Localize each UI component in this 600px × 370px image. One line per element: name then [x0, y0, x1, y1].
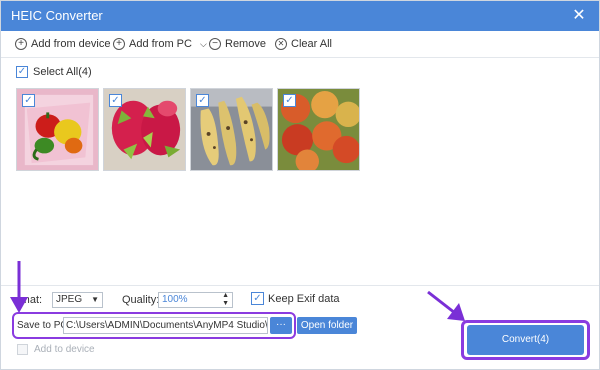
remove-button[interactable]: − Remove [209, 36, 266, 52]
heic-converter-window: HEIC Converter ✕ + Add from device + Add… [0, 0, 600, 370]
thumbnail-checkbox[interactable]: ✓ [196, 94, 209, 107]
thumbnail-peaches[interactable]: ✓ [277, 88, 360, 171]
checkbox-checked-icon[interactable]: ✓ [16, 66, 28, 78]
plus-circle-icon: + [113, 38, 125, 50]
open-folder-button[interactable]: Open folder [297, 317, 357, 334]
plus-circle-icon: + [15, 38, 27, 50]
browse-button[interactable]: ··· [270, 317, 292, 334]
thumbnail-checkbox[interactable]: ✓ [283, 94, 296, 107]
toolbar: + Add from device + Add from PC ⌵ − Remo… [1, 31, 599, 57]
minus-circle-icon: − [209, 38, 221, 50]
select-all-label: Select All(4) [33, 66, 92, 78]
dropdown-arrow-icon: ▼ [91, 295, 99, 304]
select-all-checkbox[interactable]: ✓ Select All(4) [16, 66, 92, 78]
save-path-input[interactable]: C:\Users\ADMIN\Documents\AnyMP4 Studio\P… [63, 317, 268, 334]
checkbox-disabled-icon [17, 344, 28, 355]
title-bar: HEIC Converter ✕ [1, 1, 599, 31]
thumbnail-checkbox[interactable]: ✓ [22, 94, 35, 107]
clear-all-button[interactable]: ✕ Clear All [275, 36, 332, 52]
keep-exif-label: Keep Exif data [268, 292, 340, 305]
clear-all-label: Clear All [291, 38, 332, 50]
spinner-arrows-icon[interactable]: ▲ ▼ [222, 292, 229, 308]
checkbox-checked-icon[interactable]: ✓ [251, 292, 264, 305]
convert-button[interactable]: Convert(4) [467, 325, 584, 355]
thumbnail-bananas[interactable]: ✓ [190, 88, 273, 171]
format-value: JPEG [56, 294, 83, 305]
window-title: HEIC Converter [11, 8, 103, 23]
quality-spinbox[interactable]: 100% ▲ ▼ [158, 292, 233, 308]
quality-value: 100% [162, 294, 188, 305]
down-arrow-annotation-icon [10, 261, 28, 313]
remove-label: Remove [225, 38, 266, 50]
add-to-device-checkbox[interactable]: Add to device [17, 344, 95, 355]
add-from-device-label: Add from device [31, 38, 111, 50]
add-from-pc-button[interactable]: + Add from PC ⌵ [113, 36, 207, 52]
quality-label: Quality: [122, 294, 160, 306]
chevron-down-icon[interactable]: ⌵ [200, 39, 207, 50]
close-icon[interactable]: ✕ [569, 6, 589, 26]
diagonal-arrow-annotation-icon [427, 290, 465, 321]
toolbar-divider [1, 57, 599, 58]
thumbnail-checkbox[interactable]: ✓ [109, 94, 122, 107]
thumbnail-dragon-fruit[interactable]: ✓ [103, 88, 186, 171]
format-select[interactable]: JPEG ▼ [52, 292, 103, 308]
keep-exif-checkbox[interactable]: ✓ Keep Exif data [251, 292, 340, 305]
add-to-device-label: Add to device [34, 344, 95, 355]
settings-divider [1, 285, 599, 286]
add-from-device-button[interactable]: + Add from device [15, 36, 110, 52]
thumbnail-peppers[interactable]: ✓ [16, 88, 99, 171]
add-from-pc-label: Add from PC [129, 38, 192, 50]
x-circle-icon: ✕ [275, 38, 287, 50]
